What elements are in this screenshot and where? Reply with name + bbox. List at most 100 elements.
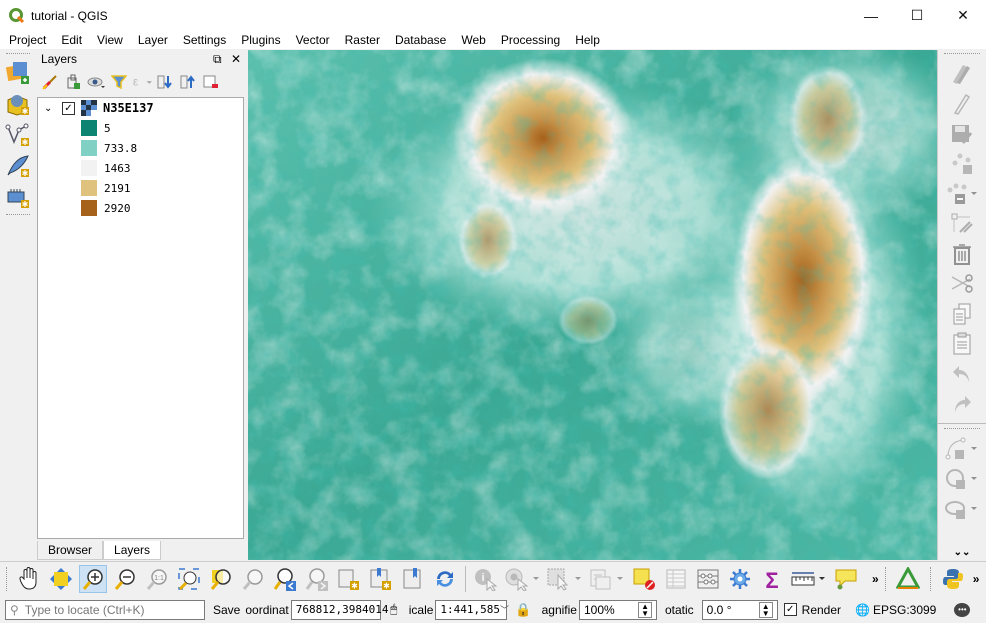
scale-dropdown[interactable]: 1:441,585 ﹀ <box>435 599 509 620</box>
new-shapefile-button[interactable]: ✱ <box>4 121 32 149</box>
crs-globe-icon[interactable]: 🌐 <box>855 603 870 617</box>
new-bookmark-button[interactable]: ✱ <box>367 565 395 593</box>
toolbar-overflow-button-2[interactable]: » <box>973 572 980 586</box>
menu-project[interactable]: Project <box>0 33 53 47</box>
toolbar-grip[interactable] <box>944 428 980 431</box>
show-bookmarks-button[interactable] <box>399 565 427 593</box>
spinner-icon[interactable]: ▲ ▼ <box>638 601 652 618</box>
filter-button[interactable] <box>109 72 129 92</box>
toolbar-grip[interactable] <box>944 53 980 56</box>
vertex-tool-button[interactable] <box>938 209 986 239</box>
zoom-in-button[interactable] <box>79 564 107 593</box>
expand-all-button[interactable] <box>155 72 175 92</box>
visibility-button[interactable] <box>86 72 106 92</box>
zoom-full-button[interactable] <box>175 565 203 593</box>
menu-view[interactable]: View <box>89 33 130 47</box>
toggle-extents-mouse-icon[interactable]: 🖱 <box>385 602 403 617</box>
layer-visibility-checkbox[interactable]: ✓ <box>62 101 75 115</box>
rotation-spinbox[interactable]: 0.0 ° ▲ ▼ <box>701 599 778 620</box>
magnifier-spinbox[interactable]: 100% ▲ ▼ <box>578 599 657 620</box>
tab-layers[interactable]: Layers <box>103 541 162 560</box>
collapse-chevron-icon[interactable]: ⌄ <box>44 103 56 114</box>
menu-layer[interactable]: Layer <box>130 33 175 47</box>
messages-icon[interactable]: ••• <box>954 602 971 617</box>
statistical-summary-button[interactable] <box>694 565 722 593</box>
toolbar-grip[interactable] <box>6 566 7 591</box>
style-manager-button[interactable] <box>40 72 60 92</box>
pan-to-selection-button[interactable] <box>47 565 75 593</box>
minimize-button[interactable]: — <box>848 0 894 31</box>
tab-browser[interactable]: Browser <box>37 541 104 560</box>
zoom-last-button[interactable] <box>271 565 299 593</box>
menu-processing[interactable]: Processing <box>493 33 567 47</box>
remove-layer-button[interactable] <box>201 72 221 92</box>
collapse-all-button[interactable] <box>178 72 198 92</box>
zoom-out-button[interactable] <box>111 565 139 593</box>
pan-tool-button[interactable] <box>15 565 43 593</box>
add-feature-button[interactable] <box>938 149 986 179</box>
zoom-native-button[interactable]: 1:1 <box>143 565 171 593</box>
new-geopackage-button[interactable]: ✱ <box>4 90 32 118</box>
map-canvas[interactable] <box>248 50 937 560</box>
select-by-value-button[interactable] <box>588 565 626 593</box>
save-edits-button[interactable] <box>938 119 986 149</box>
attribute-table-button[interactable] <box>662 565 690 593</box>
toolbar-grip[interactable] <box>6 214 30 217</box>
menu-edit[interactable]: Edit <box>53 33 89 47</box>
coordinate-field[interactable]: 768812,3984014 <box>290 599 388 620</box>
toolbar-grip[interactable] <box>884 566 886 591</box>
menu-vector[interactable]: Vector <box>288 33 337 47</box>
layer-row-n35e137[interactable]: ⌄ ✓ N35E137 <box>38 98 243 118</box>
menu-plugins[interactable]: Plugins <box>233 33 287 47</box>
render-checkbox[interactable]: ✓ <box>783 603 797 616</box>
digitize-curve-button[interactable] <box>938 434 986 464</box>
close-panel-icon[interactable]: ✕ <box>231 52 241 66</box>
toolbar-overflow-chevron-icon[interactable]: ⌄⌄ <box>938 547 986 558</box>
maximize-button[interactable]: ☐ <box>894 0 940 31</box>
toolbar-grip[interactable] <box>6 53 30 56</box>
gps-tool-button[interactable] <box>894 565 922 593</box>
toggle-editing-button[interactable] <box>938 59 986 89</box>
undo-button[interactable] <box>938 359 986 389</box>
crs-button[interactable]: EPSG:3099 <box>873 603 936 617</box>
delete-selected-button[interactable] <box>938 239 986 269</box>
menu-help[interactable]: Help <box>567 33 607 47</box>
toolbar-grip[interactable] <box>929 566 931 591</box>
data-source-manager-button[interactable] <box>4 59 32 87</box>
spinner-icon[interactable]: ▲ ▼ <box>758 601 773 618</box>
run-feature-action-button[interactable] <box>504 565 542 593</box>
new-virtual-layer-button[interactable]: ✱ <box>4 183 32 211</box>
processing-toolbox-button[interactable] <box>726 565 754 593</box>
zoom-to-selection-button[interactable] <box>207 565 235 593</box>
python-console-button[interactable] <box>939 565 967 593</box>
current-edits-button[interactable] <box>938 89 986 119</box>
add-group-button[interactable] <box>63 72 83 92</box>
expression-filter-button[interactable]: ε <box>132 72 152 92</box>
zoom-to-layer-button[interactable] <box>239 565 267 593</box>
locator-search-input[interactable]: ⚲ Type to locate (Ctrl+K) <box>5 599 205 620</box>
select-features-button[interactable] <box>546 565 584 593</box>
deselect-all-button[interactable] <box>630 565 658 593</box>
cut-features-button[interactable] <box>938 269 986 299</box>
new-map-view-button[interactable]: ✱ <box>335 565 363 593</box>
menu-raster[interactable]: Raster <box>337 33 387 47</box>
identify-features-button[interactable]: i <box>472 565 500 593</box>
move-feature-button[interactable] <box>938 179 986 209</box>
new-spatialite-button[interactable]: ✱ <box>4 152 32 180</box>
menu-web[interactable]: Web <box>453 33 492 47</box>
zoom-next-button[interactable] <box>303 565 331 593</box>
measure-line-button[interactable] <box>790 565 828 593</box>
copy-features-button[interactable] <box>938 299 986 329</box>
lock-scale-icon[interactable]: 🔒 <box>515 602 531 618</box>
float-panel-icon[interactable]: ⧉ <box>213 52 222 66</box>
menu-settings[interactable]: Settings <box>175 33 233 47</box>
add-circle-button[interactable] <box>938 464 986 494</box>
show-statistical-summary-button[interactable]: Σ <box>758 565 786 593</box>
toolbar-overflow-button[interactable]: » <box>872 572 879 586</box>
redo-button[interactable] <box>938 389 986 419</box>
add-ellipse-button[interactable] <box>938 494 986 524</box>
close-button[interactable]: ✕ <box>940 0 986 31</box>
map-tips-button[interactable] <box>832 565 860 593</box>
menu-database[interactable]: Database <box>387 33 453 47</box>
refresh-button[interactable] <box>431 565 459 593</box>
